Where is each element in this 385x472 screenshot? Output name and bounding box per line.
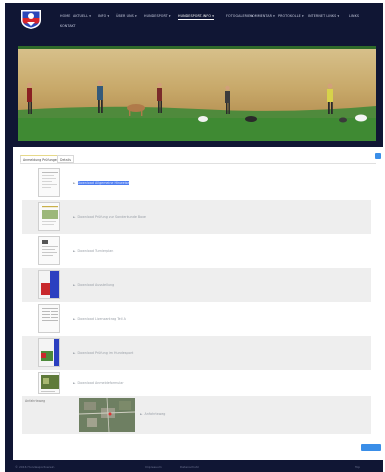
nav-item-links[interactable]: LINKS — [349, 14, 359, 18]
nav-item-hundesport[interactable]: HUNDESPORT ▾ — [144, 14, 171, 18]
arrow-right-icon: ► — [140, 412, 143, 416]
map-link[interactable]: ► Anfahrtsweg — [140, 412, 165, 416]
download-link[interactable]: ► Download Anmeldeformular — [73, 381, 124, 385]
list-item: ► Download Lizenzantrag Teil A — [22, 302, 371, 336]
document-thumbnail[interactable] — [38, 270, 60, 299]
nav-item-hundesport-info[interactable]: HUNDESPORT-INFO ▾ — [178, 14, 214, 20]
tab-anmeldung-pruefungen[interactable]: Anmeldung Prüfungen — [20, 155, 62, 163]
list-item: ► Download Prüfung im Hundesport — [22, 336, 371, 370]
tab-details[interactable]: Details — [57, 155, 75, 163]
nav-item-kontakt[interactable]: KONTAKT — [60, 24, 76, 28]
footer-link-impressum[interactable]: Impressum — [145, 465, 162, 469]
download-link[interactable]: ► Download Prüfung im Hundesport — [73, 351, 133, 355]
footer-link-datenschutz[interactable]: Datenschutz — [180, 465, 199, 469]
arrow-right-icon: ► — [73, 181, 76, 185]
tab-divider — [20, 163, 376, 164]
nav-item-ueber-uns[interactable]: ÜBER UNS ▾ — [116, 14, 137, 18]
download-link[interactable]: ► Download Turnierplan — [73, 249, 113, 253]
document-thumbnail[interactable] — [38, 236, 60, 265]
map-row-label: Anfahrtsweg — [25, 399, 46, 403]
arrow-right-icon: ► — [73, 283, 76, 287]
download-link[interactable]: ► Download Lizenzantrag Teil A — [73, 317, 126, 321]
document-thumbnail[interactable] — [38, 168, 60, 197]
download-link[interactable]: ► Download Prüfung zur Sonderkunde Boxe — [73, 215, 146, 219]
nav-item-info[interactable]: INFO ▾ — [98, 14, 109, 18]
nav-active-underline — [178, 19, 214, 20]
download-link[interactable]: ► Download Ausstellung — [73, 283, 114, 287]
map-row: Anfahrtsweg ► Anfahrtsweg — [22, 396, 371, 434]
list-item: ► Download Turnierplan — [22, 234, 371, 268]
list-item: ► Download Allgemeine Hinweise — [22, 166, 371, 200]
footer: © 2016 Hundesportverein Impressum Datens… — [5, 462, 383, 472]
document-thumbnail[interactable] — [38, 372, 60, 394]
nav-item-kommentar[interactable]: KOMMENTAR ▾ — [250, 14, 275, 18]
nav-item-internet-links[interactable]: INTERNET LINKS ▾ — [308, 14, 339, 18]
submit-button[interactable] — [361, 444, 381, 451]
document-thumbnail[interactable] — [38, 338, 60, 367]
club-logo[interactable] — [19, 9, 43, 30]
arrow-right-icon: ► — [73, 215, 76, 219]
list-item: ► Download Prüfung zur Sonderkunde Boxe — [22, 200, 371, 234]
document-thumbnail[interactable] — [38, 202, 60, 231]
footer-top-link[interactable]: Top — [355, 465, 360, 469]
list-item: ► Download Anmeldeformular — [22, 370, 371, 396]
arrow-right-icon: ► — [73, 381, 76, 385]
arrow-right-icon: ► — [73, 317, 76, 321]
nav-item-aktuell[interactable]: AKTUELL ▾ — [73, 14, 91, 18]
nav-item-home[interactable]: HOME — [60, 14, 70, 18]
print-button[interactable] — [375, 153, 381, 159]
map-thumbnail[interactable] — [79, 398, 135, 432]
nav-item-protokolle[interactable]: PROTOKOLLE ▾ — [278, 14, 304, 18]
content-card: Anmeldung Prüfungen Details ► Download Al… — [13, 147, 383, 460]
download-link[interactable]: ► Download Allgemeine Hinweise — [73, 181, 130, 185]
hero-image — [18, 46, 376, 141]
list-item: ► Download Ausstellung — [22, 268, 371, 302]
page-frame: HOME AKTUELL ▾ INFO ▾ ÜBER UNS ▾ HUNDESP… — [5, 3, 383, 472]
footer-copyright: © 2016 Hundesportverein — [15, 465, 55, 469]
arrow-right-icon: ► — [73, 249, 76, 253]
arrow-right-icon: ► — [73, 351, 76, 355]
document-thumbnail[interactable] — [38, 304, 60, 333]
